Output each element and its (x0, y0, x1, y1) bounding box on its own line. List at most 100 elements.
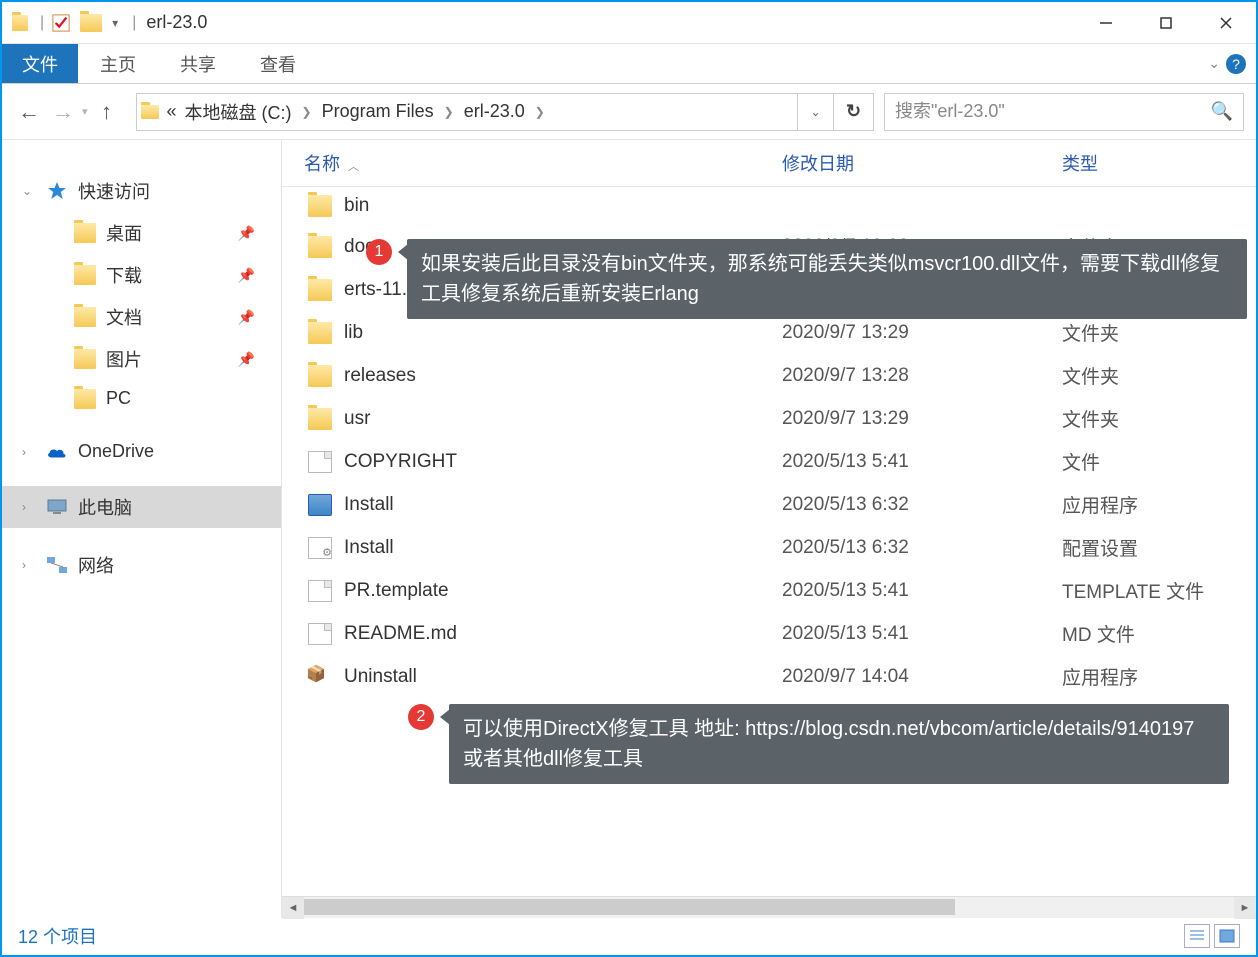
file-type-icon (308, 195, 332, 217)
column-header-name[interactable]: 名称︿ (282, 150, 782, 176)
sidebar-item-label: 此电脑 (78, 494, 132, 520)
breadcrumb-item[interactable]: Program Files (318, 101, 438, 122)
thumbnails-view-button[interactable] (1214, 924, 1240, 948)
chevron-right-icon[interactable]: ❯ (529, 105, 551, 119)
scrollbar-track[interactable] (304, 897, 1234, 918)
file-date: 2020/9/7 13:29 (782, 408, 1062, 430)
check-icon[interactable] (52, 14, 70, 32)
file-row[interactable]: Install2020/5/13 6:32配置设置 (282, 526, 1256, 569)
chevron-down-icon[interactable]: ⌄ (1208, 55, 1220, 72)
file-date: 2020/5/13 5:41 (782, 580, 1062, 602)
file-date: 2020/9/7 13:28 (782, 365, 1062, 387)
sidebar-item-network[interactable]: › 网络 (2, 544, 281, 586)
search-input[interactable] (895, 101, 1211, 122)
chevron-right-icon[interactable]: › (22, 500, 26, 514)
sidebar-item-quick-access[interactable]: ⌄ 快速访问 (2, 170, 281, 212)
minimize-button[interactable] (1076, 6, 1136, 40)
status-bar: 12 个项目 (4, 919, 1254, 953)
address-dropdown-icon[interactable]: ⌄ (797, 94, 833, 130)
file-row[interactable]: Uninstall2020/9/7 14:04应用程序 (282, 655, 1256, 698)
details-view-button[interactable] (1184, 924, 1210, 948)
folder-icon (74, 307, 96, 327)
up-button[interactable]: ↑ (92, 97, 122, 127)
back-button[interactable]: ← (14, 97, 44, 127)
history-dropdown-icon[interactable]: ▾ (82, 105, 88, 118)
chevron-right-icon[interactable]: ❯ (296, 105, 318, 119)
folder-icon (74, 389, 96, 409)
sidebar-item-onedrive[interactable]: › OneDrive (2, 433, 281, 470)
computer-icon (46, 497, 68, 517)
file-name: PR.template (344, 580, 449, 602)
folder-icon (12, 15, 28, 31)
file-row[interactable]: bin (282, 187, 1256, 225)
scroll-right-button[interactable]: ► (1234, 897, 1256, 919)
refresh-button[interactable]: ↻ (833, 94, 873, 130)
file-type-icon (308, 236, 332, 258)
folder-icon[interactable] (80, 14, 102, 32)
column-header-date[interactable]: 修改日期 (782, 150, 1062, 176)
help-button[interactable]: ? (1226, 54, 1246, 74)
breadcrumb-item[interactable]: erl-23.0 (460, 101, 529, 122)
file-name: Install (344, 494, 394, 516)
sidebar-item-desktop[interactable]: 桌面📌 (2, 212, 281, 254)
file-type: 文件夹 (1062, 405, 1256, 432)
close-button[interactable] (1196, 6, 1256, 40)
file-type: 配置设置 (1062, 534, 1256, 561)
search-icon[interactable]: 🔍 (1211, 101, 1233, 122)
file-type-icon (308, 623, 332, 645)
annotation-1: 1 如果安装后此目录没有bin文件夹，那系统可能丢失类似msvcr100.dll… (366, 239, 1247, 319)
file-tab[interactable]: 文件 (2, 44, 78, 83)
sidebar-item-pictures[interactable]: 图片📌 (2, 338, 281, 380)
breadcrumb-item[interactable]: 本地磁盘 (C:) (181, 99, 296, 125)
forward-button[interactable]: → (48, 97, 78, 127)
chevron-right-icon[interactable]: › (22, 558, 26, 572)
tab-home[interactable]: 主页 (78, 44, 158, 83)
tab-view[interactable]: 查看 (238, 44, 318, 83)
file-type-icon (308, 451, 332, 473)
file-name: releases (344, 365, 416, 387)
breadcrumb-prefix: « (163, 101, 181, 122)
file-row[interactable]: COPYRIGHT2020/5/13 5:41文件 (282, 440, 1256, 483)
sidebar-item-label: 网络 (78, 552, 114, 578)
file-type-icon (308, 580, 332, 602)
scroll-left-button[interactable]: ◄ (282, 897, 304, 919)
sidebar-item-pc[interactable]: PC (2, 380, 281, 417)
sidebar-item-downloads[interactable]: 下载📌 (2, 254, 281, 296)
ribbon: 文件 主页 共享 查看 ⌄ ? (2, 44, 1256, 84)
search-box[interactable]: 🔍 (884, 93, 1244, 131)
maximize-button[interactable] (1136, 6, 1196, 40)
file-type: 文件夹 (1062, 362, 1256, 389)
column-header-type[interactable]: 类型 (1062, 150, 1256, 176)
file-type-icon (308, 666, 332, 688)
scrollbar-thumb[interactable] (304, 899, 955, 915)
file-row[interactable]: PR.template2020/5/13 5:41TEMPLATE 文件 (282, 569, 1256, 612)
chevron-right-icon[interactable]: ❯ (438, 105, 460, 119)
horizontal-scrollbar[interactable]: ◄ ► (282, 896, 1256, 918)
sidebar-item-this-pc[interactable]: › 此电脑 (2, 486, 281, 528)
sidebar-item-documents[interactable]: 文档📌 (2, 296, 281, 338)
separator: | (40, 14, 44, 32)
sidebar-item-label: 桌面 (106, 220, 142, 246)
file-name: Install (344, 537, 394, 559)
file-date: 2020/9/7 14:04 (782, 666, 1062, 688)
annotation-text: 可以使用DirectX修复工具 地址: https://blog.csdn.ne… (449, 704, 1229, 784)
file-name: usr (344, 408, 370, 430)
qat-dropdown-icon[interactable]: ▾ (112, 16, 118, 30)
title-bar: | ▾ | erl-23.0 (2, 2, 1256, 44)
address-bar[interactable]: « 本地磁盘 (C:) ❯ Program Files ❯ erl-23.0 ❯… (136, 93, 874, 131)
file-date: 2020/5/13 5:41 (782, 451, 1062, 473)
annotation-text: 如果安装后此目录没有bin文件夹，那系统可能丢失类似msvcr100.dll文件… (407, 239, 1247, 319)
tab-share[interactable]: 共享 (158, 44, 238, 83)
column-headers: 名称︿ 修改日期 类型 (282, 140, 1256, 187)
file-row[interactable]: releases 2020/9/7 13:28文件夹 (282, 354, 1256, 397)
file-row[interactable]: usr 2020/9/7 13:29文件夹 (282, 397, 1256, 440)
file-row[interactable]: README.md2020/5/13 5:41MD 文件 (282, 612, 1256, 655)
navigation-pane: ⌄ 快速访问 桌面📌 下载📌 文档📌 图片📌 PC › OneDrive › 此… (2, 140, 282, 918)
chevron-right-icon[interactable]: › (22, 445, 26, 459)
file-type-icon (308, 494, 332, 516)
folder-icon (74, 265, 96, 285)
file-type: 文件夹 (1062, 319, 1256, 346)
sidebar-item-label: OneDrive (78, 441, 154, 462)
file-row[interactable]: Install2020/5/13 6:32应用程序 (282, 483, 1256, 526)
chevron-down-icon[interactable]: ⌄ (22, 184, 32, 198)
